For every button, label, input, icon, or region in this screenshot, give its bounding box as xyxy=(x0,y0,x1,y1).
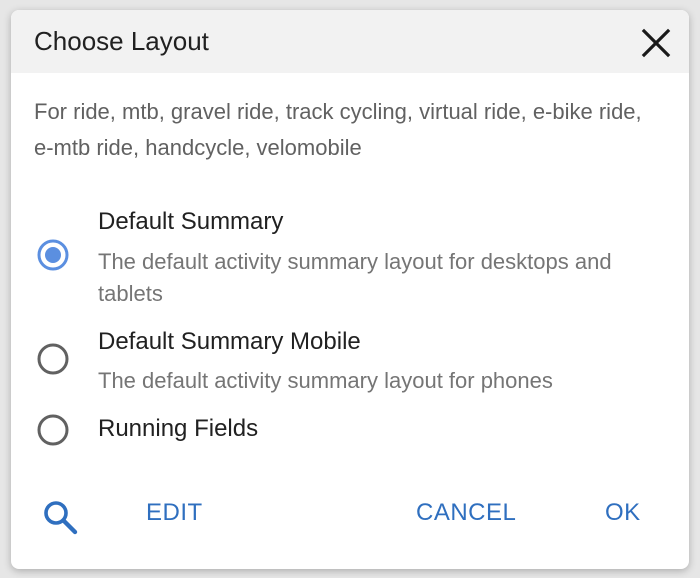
search-icon xyxy=(44,501,78,535)
choose-layout-dialog: Choose Layout For ride, mtb, gravel ride… xyxy=(11,10,689,569)
dialog-header: Choose Layout xyxy=(11,10,689,73)
option-description: The default activity summary layout for … xyxy=(98,249,612,306)
radio-unselected-icon[interactable] xyxy=(37,343,69,375)
dialog-description: For ride, mtb, gravel ride, track cyclin… xyxy=(34,99,642,160)
layout-option-default-summary[interactable]: Default Summary The default activity sum… xyxy=(11,205,689,315)
radio-selected-icon[interactable] xyxy=(37,239,69,271)
layout-option-default-summary-mobile[interactable]: Default Summary Mobile The default activ… xyxy=(11,327,689,402)
close-icon xyxy=(641,28,671,58)
ok-button[interactable]: OK xyxy=(605,498,641,528)
option-title: Default Summary Mobile xyxy=(98,328,361,355)
option-description: The default activity summary layout for … xyxy=(98,368,553,393)
cancel-button[interactable]: CANCEL xyxy=(416,498,516,528)
close-button[interactable] xyxy=(638,25,674,61)
option-title: Running Fields xyxy=(98,415,259,442)
radio-unselected-icon[interactable] xyxy=(37,414,69,446)
edit-button[interactable]: EDIT xyxy=(146,498,203,528)
dialog-title: Choose Layout xyxy=(34,26,209,56)
option-title: Default Summary xyxy=(98,208,284,235)
layout-option-running-fields[interactable]: Running Fields xyxy=(11,412,689,457)
search-button[interactable] xyxy=(41,498,81,538)
